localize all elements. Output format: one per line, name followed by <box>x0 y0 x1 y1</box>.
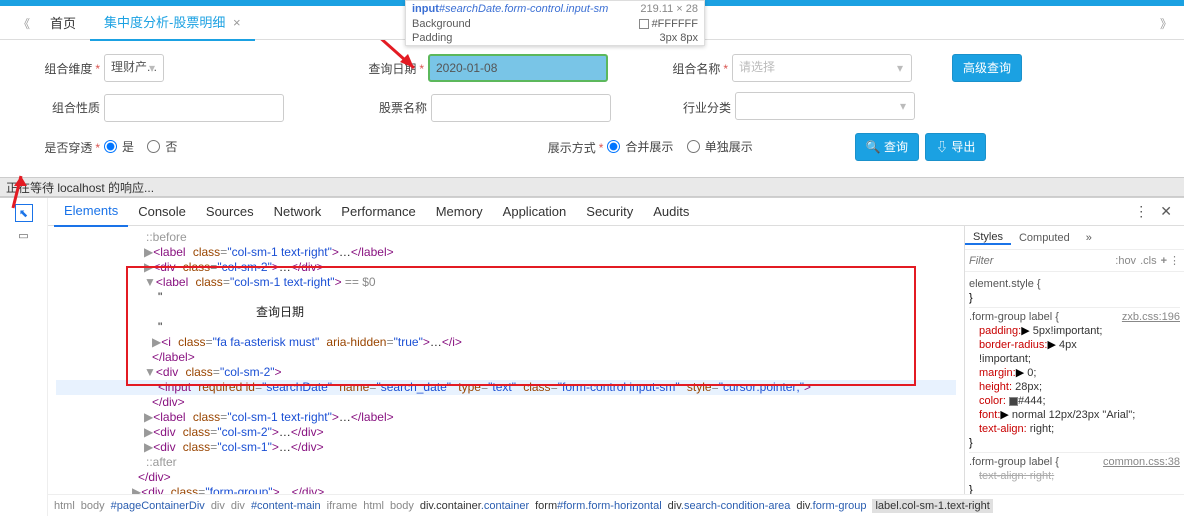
devtools-leftbar: ⬉ ▭ <box>0 198 48 516</box>
css-rules[interactable]: element.style {} zxb.css:196 .form-group… <box>965 272 1184 494</box>
styles-tab-styles[interactable]: Styles <box>965 231 1011 245</box>
devtools-tab-application[interactable]: Application <box>493 198 577 226</box>
styles-tab-more[interactable]: » <box>1078 232 1100 244</box>
radio-penetrate: 是 否 <box>104 138 187 156</box>
btn-export[interactable]: ⇩ 导出 <box>925 133 986 161</box>
radio-penetrate-yes[interactable]: 是 <box>104 138 134 155</box>
devtools-tab-console[interactable]: Console <box>128 198 196 226</box>
label-dimension: 组合维度* <box>20 60 104 77</box>
search-form: 组合维度* 理财产...▾ 查询日期* 组合名称* 请选择▾ 高级查询 组合性质… <box>0 40 1184 177</box>
label-nature: 组合性质 <box>20 99 104 116</box>
radio-solo[interactable]: 单独展示 <box>687 138 753 155</box>
radio-merge[interactable]: 合并展示 <box>607 138 673 155</box>
select-dimension[interactable]: 理财产...▾ <box>104 54 164 82</box>
radio-penetrate-no[interactable]: 否 <box>147 138 177 155</box>
devtools-tab-security[interactable]: Security <box>576 198 643 226</box>
label-portfolio-name: 组合名称* <box>648 60 732 77</box>
devtools-tabs: Elements Console Sources Network Perform… <box>48 198 1184 226</box>
devtools-tab-elements[interactable]: Elements <box>54 197 128 227</box>
select-portfolio-name[interactable]: 请选择▾ <box>732 54 912 82</box>
styles-tab-computed[interactable]: Computed <box>1011 232 1078 244</box>
label-date: 查询日期* <box>344 60 428 77</box>
tab-close-icon[interactable]: × <box>233 15 241 30</box>
styles-filter-input[interactable] <box>969 255 1029 267</box>
tooltip-bg-label: Background <box>412 18 471 30</box>
tabs-scroll-left[interactable]: 《 <box>12 15 36 32</box>
devtools-tab-sources[interactable]: Sources <box>196 198 264 226</box>
tooltip-selector: input#searchDate.form-control.input-sm <box>412 3 608 15</box>
label-industry: 行业分类 <box>651 99 735 116</box>
label-display: 展示方式* <box>523 139 607 156</box>
tab-active[interactable]: 集中度分析-股票明细 × <box>90 7 255 41</box>
label-penetrate: 是否穿透* <box>20 139 104 156</box>
label-stock: 股票名称 <box>347 99 431 116</box>
breadcrumb[interactable]: html body #pageContainerDiv div div #con… <box>48 494 1184 516</box>
devtools-close-icon[interactable]: ✕ <box>1154 203 1178 220</box>
devtools-tab-audits[interactable]: Audits <box>643 198 699 226</box>
styles-panel: Styles Computed » :hov .cls + ⋮ element.… <box>964 226 1184 494</box>
devtools-tab-memory[interactable]: Memory <box>426 198 493 226</box>
status-bar: 正在等待 localhost 的响应... <box>0 177 1184 197</box>
devtools-tab-performance[interactable]: Performance <box>331 198 425 226</box>
devtools-more-icon[interactable]: ⋮ <box>1128 203 1154 220</box>
radio-display: 合并展示 单独展示 <box>607 138 762 156</box>
input-nature[interactable] <box>104 94 284 122</box>
selected-input-line: <input required id="searchDate" name="se… <box>56 380 956 395</box>
tabs-scroll-right[interactable]: 》 <box>1160 15 1172 32</box>
devtools-panel: ⬉ ▭ Elements Console Sources Network Per… <box>0 197 1184 516</box>
input-search-date[interactable] <box>428 54 608 82</box>
inspect-element-icon[interactable]: ⬉ <box>15 204 33 222</box>
tab-home[interactable]: 首页 <box>36 8 90 40</box>
btn-advanced-search[interactable]: 高级查询 <box>952 54 1022 82</box>
cls-toggle[interactable]: .cls <box>1140 255 1157 267</box>
tooltip-pad-label: Padding <box>412 32 452 44</box>
inspector-tooltip: input#searchDate.form-control.input-sm 2… <box>405 0 705 46</box>
device-toggle-icon[interactable]: ▭ <box>15 226 33 244</box>
hov-toggle[interactable]: :hov <box>1115 255 1136 267</box>
input-stock[interactable] <box>431 94 611 122</box>
select-industry[interactable]: ▾ <box>735 92 915 120</box>
add-rule-icon[interactable]: + <box>1161 255 1167 267</box>
tooltip-dimensions: 219.11 × 28 <box>640 3 698 15</box>
btn-search[interactable]: 🔍 查询 <box>855 133 919 161</box>
dom-tree[interactable]: ::before ▶<label class="col-sm-1 text-ri… <box>48 226 964 494</box>
devtools-tab-network[interactable]: Network <box>264 198 332 226</box>
